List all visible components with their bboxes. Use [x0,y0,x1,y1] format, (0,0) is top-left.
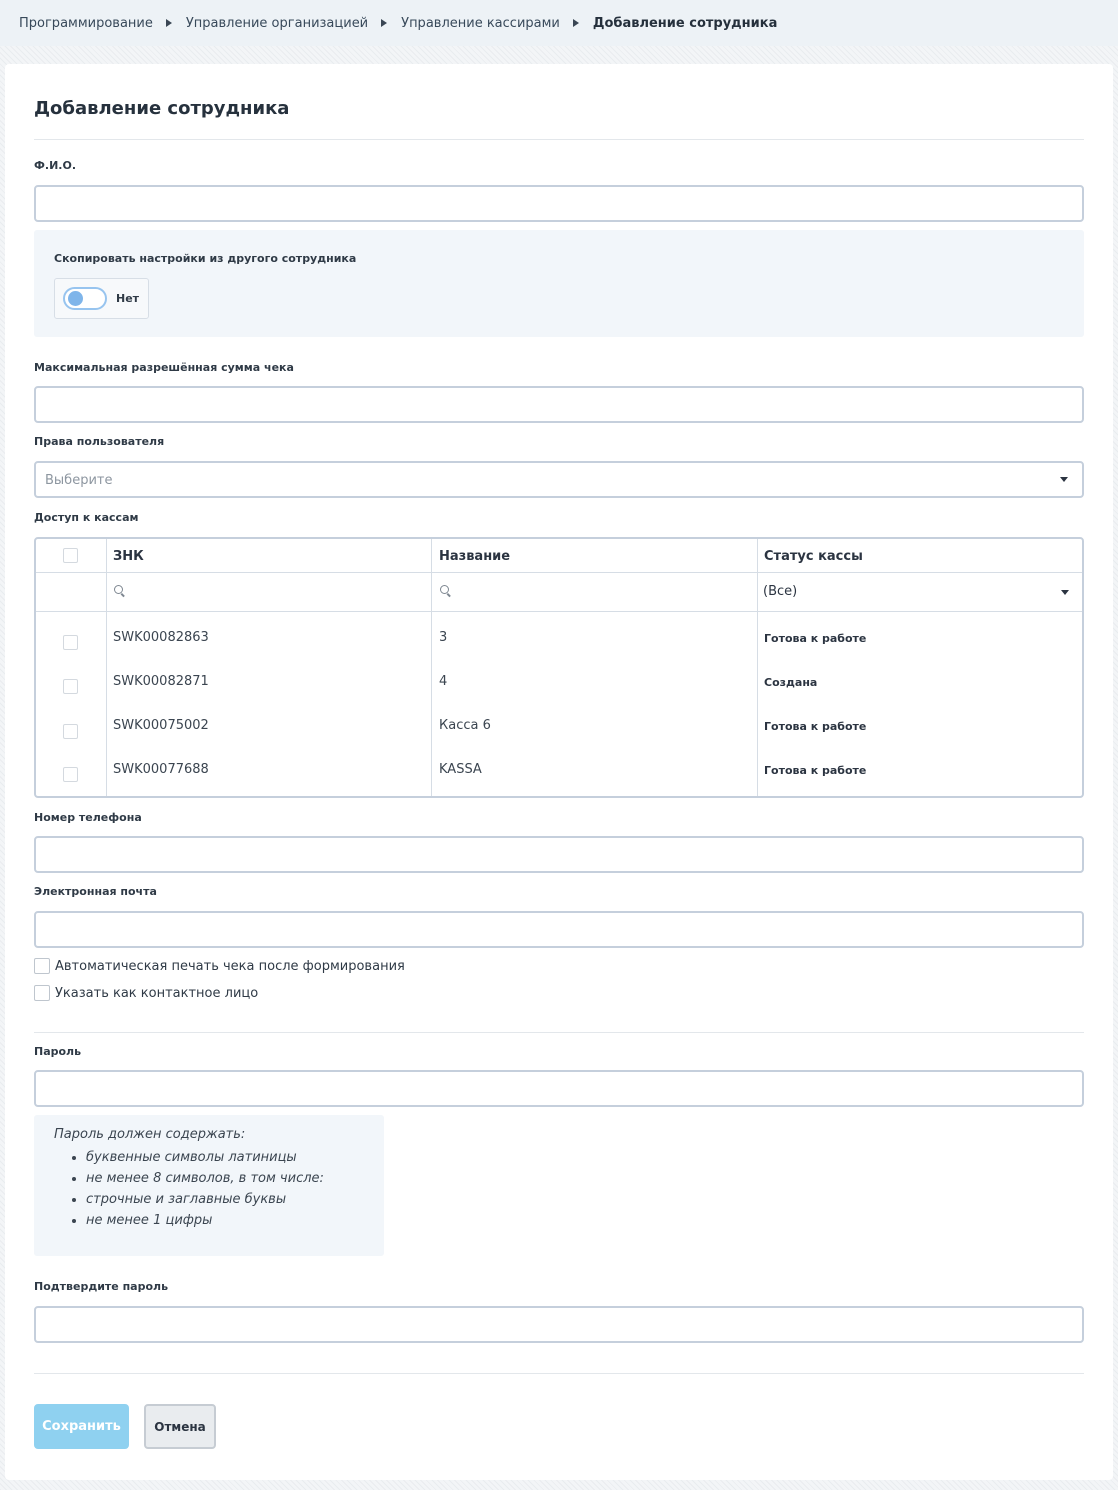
password-hint-item: буквенные символы латиницы [86,1147,364,1168]
contact-person-label: Указать как контактное лицо [55,985,259,1001]
row-checkbox[interactable] [63,724,78,739]
email-label: Электронная почта [34,885,157,898]
column-divider [106,539,107,796]
row-status: Готова к работе [764,764,867,777]
cash-access-label: Доступ к кассам [34,511,139,524]
search-icon [440,585,452,597]
auto-print-label: Автоматическая печать чека после формиро… [55,958,405,974]
divider [34,1032,1084,1033]
confirm-password-input[interactable] [34,1306,1084,1343]
fio-input[interactable] [34,185,1084,222]
toggle-state-label: Нет [116,292,140,305]
email-input[interactable] [34,911,1084,948]
breadcrumb-item-org-management[interactable]: Управление организацией [186,16,368,31]
auto-print-checkbox[interactable]: Автоматическая печать чека после формиро… [34,958,405,974]
password-hint-item: строчные и заглавные буквы [86,1189,364,1210]
row-name: KASSA [439,762,482,777]
toggle-knob [68,291,83,306]
chevron-right-icon [165,19,172,27]
select-all-checkbox[interactable] [63,548,78,563]
password-hint: Пароль должен содержать: буквенные симво… [34,1115,384,1256]
name-filter-input[interactable] [458,575,748,607]
divider [34,1373,1084,1374]
column-header-status[interactable]: Статус кассы [764,549,863,564]
znk-filter-input[interactable] [132,575,422,607]
row-name: 4 [439,674,448,689]
rights-select-placeholder: Выберите [45,473,113,488]
password-hint-item: не менее 1 цифры [86,1210,364,1231]
phone-input[interactable] [34,836,1084,873]
max-sum-input[interactable] [34,386,1084,423]
rights-label: Права пользователя [34,435,165,448]
row-znk: SWK00075002 [113,718,209,733]
breadcrumb-item-programming[interactable]: Программирование [19,16,153,31]
copy-settings-panel: Скопировать настройки из другого сотрудн… [34,230,1084,337]
rights-select[interactable]: Выберите [34,461,1084,498]
status-filter-value: (Все) [763,584,798,599]
search-icon [114,585,126,597]
row-divider [36,611,1082,612]
max-sum-label: Максимальная разрешённая сумма чека [34,361,294,374]
password-input[interactable] [34,1070,1084,1107]
password-hint-title: Пароль должен содержать: [54,1127,246,1142]
breadcrumb: Программирование Управление организацией… [0,0,1118,46]
row-name: Касса 6 [439,718,491,733]
row-znk: SWK00077688 [113,762,209,777]
row-status: Готова к работе [764,720,867,733]
row-status: Готова к работе [764,632,867,645]
column-divider [431,539,432,796]
checkbox-box[interactable] [34,985,50,1001]
contact-person-checkbox[interactable]: Указать как контактное лицо [34,985,258,1001]
column-divider [757,539,758,796]
row-status: Создана [764,676,818,689]
cash-registers-table: ЗНК Название Статус кассы (Все) SWK00082… [34,537,1084,798]
chevron-right-icon [572,19,579,27]
column-header-name[interactable]: Название [439,549,510,564]
row-name: 3 [439,630,448,645]
breadcrumb-item-cashier-management[interactable]: Управление кассирами [401,16,560,31]
copy-settings-toggle[interactable]: Нет [54,278,149,319]
fio-label: Ф.И.О. [34,159,77,172]
toggle-switch[interactable] [63,287,107,310]
form-card: Добавление сотрудника Ф.И.О. Скопировать… [5,64,1113,1480]
status-filter-select[interactable]: (Все) [763,584,1073,604]
row-checkbox[interactable] [63,679,78,694]
breadcrumb-item-current: Добавление сотрудника [592,15,778,31]
row-znk: SWK00082871 [113,674,209,689]
row-checkbox[interactable] [63,767,78,782]
checkbox-box[interactable] [34,958,50,974]
copy-settings-label: Скопировать настройки из другого сотрудн… [54,252,357,265]
save-button[interactable]: Сохранить [34,1404,129,1449]
phone-label: Номер телефона [34,811,142,824]
row-checkbox[interactable] [63,635,78,650]
page-title: Добавление сотрудника [34,98,290,119]
column-header-znk[interactable]: ЗНК [113,549,144,564]
password-hint-list: буквенные символы латиницы не менее 8 си… [54,1147,364,1231]
chevron-down-icon [1060,477,1068,482]
confirm-password-label: Подтвердите пароль [34,1280,169,1293]
chevron-right-icon [381,19,388,27]
password-label: Пароль [34,1045,82,1058]
cancel-button[interactable]: Отмена [144,1404,216,1449]
row-divider [36,572,1082,573]
row-znk: SWK00082863 [113,630,209,645]
password-hint-item: не менее 8 символов, в том числе: [86,1168,364,1189]
divider [34,139,1084,140]
chevron-down-icon [1061,590,1069,595]
